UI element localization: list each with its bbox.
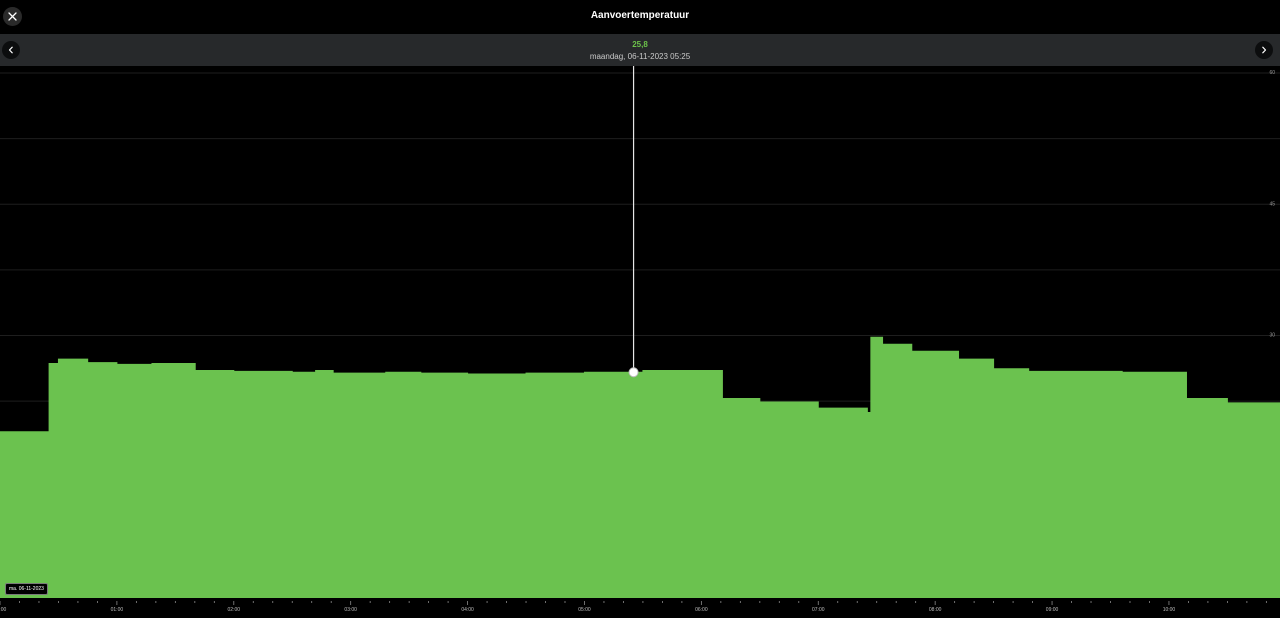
x-tick-label: 08:00 <box>929 607 942 613</box>
x-tick-label: 10:00 <box>1163 607 1176 613</box>
next-button[interactable] <box>1255 41 1273 59</box>
x-tick-label: 07:00 <box>812 607 825 613</box>
chart-series <box>0 336 1280 599</box>
y-axis: 30 45 60 <box>1269 70 1275 339</box>
current-datetime: maandag, 06-11-2023 05:25 <box>589 52 691 61</box>
header-bar: Aanvoertemperatuur <box>0 0 1280 34</box>
x-tick-label: 03:00 <box>344 607 357 613</box>
x-tick-label: 09:00 <box>1046 607 1059 613</box>
info-bar: 25,8 maandag, 06-11-2023 05:25 <box>0 34 1280 66</box>
page-title: Aanvoertemperatuur <box>590 10 690 21</box>
x-tick-label: 05:00 <box>578 607 591 613</box>
selection-cursor[interactable] <box>628 66 639 378</box>
cursor-handle[interactable] <box>628 367 639 378</box>
current-value: 25,8 <box>632 40 648 49</box>
x-tick-label: 06:00 <box>695 607 708 613</box>
x-tick-label: 02:00 <box>228 607 241 613</box>
y-tick-label: 60 <box>1269 70 1275 76</box>
x-tick-label: 00:00 <box>0 607 6 613</box>
chevron-right-icon <box>1262 46 1267 54</box>
y-tick-label: 45 <box>1269 201 1275 207</box>
temperature-chart[interactable]: 30 45 60 00:00 01:00 02:00 03:00 04:00 05:00 06:… <box>0 66 1280 618</box>
date-badge: ma. 06-11-2023 <box>5 583 48 595</box>
y-tick-label: 30 <box>1269 333 1275 339</box>
x-tick-label: 04:00 <box>461 607 474 613</box>
series-area <box>0 336 1280 599</box>
x-axis-background <box>0 598 1280 618</box>
x-tick-label: 01:00 <box>111 607 124 613</box>
x-axis: 00:00 01:00 02:00 03:00 04:00 05:00 06:00 07:00… <box>0 598 1280 618</box>
